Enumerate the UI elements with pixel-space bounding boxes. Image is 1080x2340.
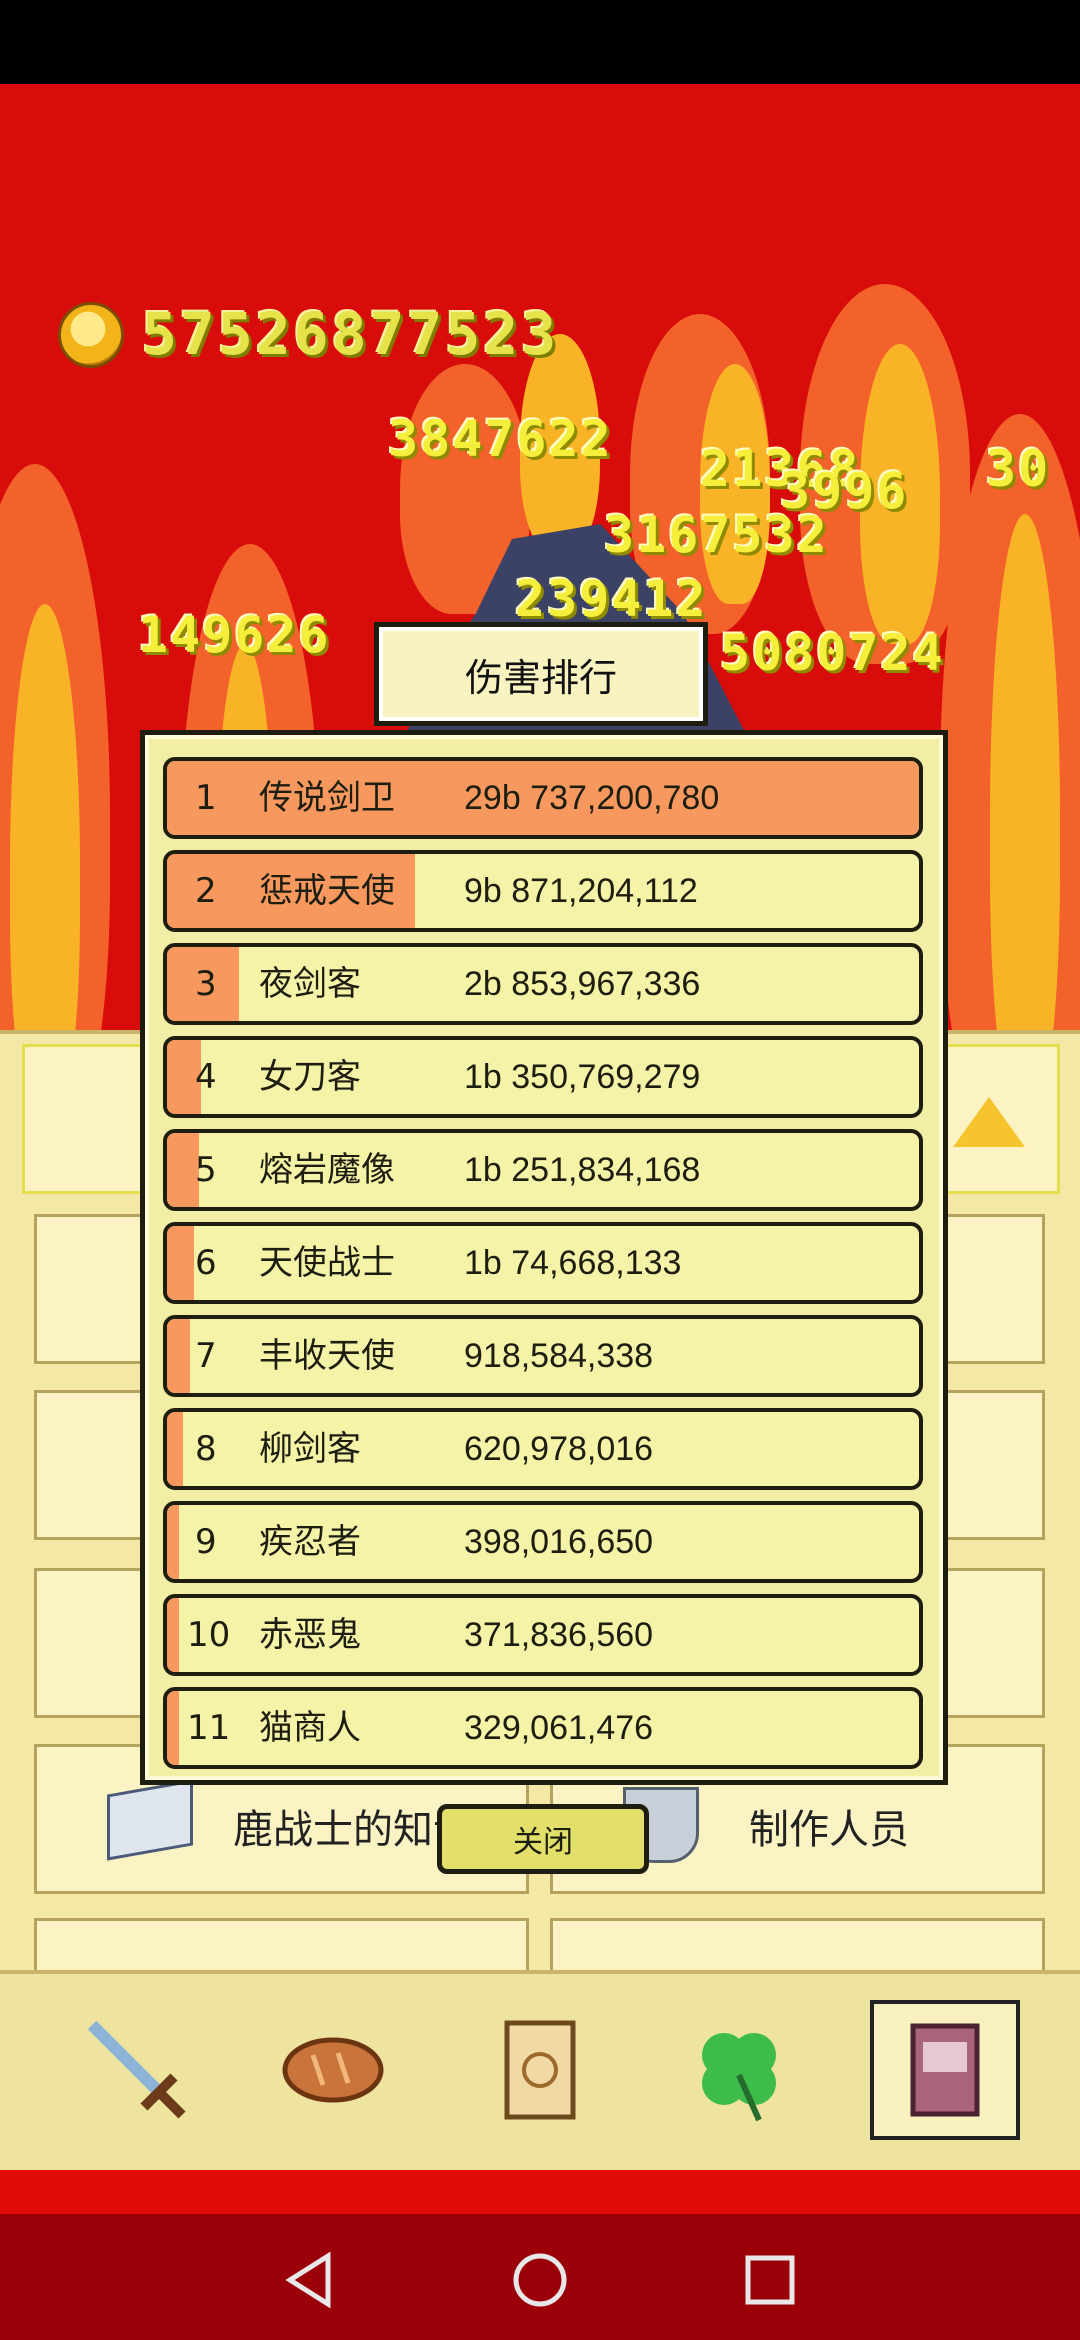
ranking-row: 1 传说剑卫 29b 737,200,780	[163, 757, 923, 839]
sword-icon	[87, 2020, 186, 2119]
hero-name: 天使战士	[259, 1243, 395, 1283]
damage-value: 29b 737,200,780	[464, 779, 720, 817]
hero-name: 女刀客	[259, 1057, 361, 1097]
damage-value: 1b 74,668,133	[464, 1244, 682, 1282]
damage-value: 329,061,476	[464, 1709, 654, 1747]
hero-name: 传说剑卫	[259, 778, 395, 818]
hero-name: 猫商人	[259, 1708, 361, 1748]
damage-value: 1b 251,834,168	[464, 1151, 701, 1189]
rank-number: 2	[195, 871, 217, 911]
hero-name: 柳剑客	[259, 1429, 361, 1469]
ranking-row: 5 熔岩魔像 1b 251,834,168	[163, 1129, 923, 1211]
back-icon[interactable]	[280, 2250, 340, 2310]
coin-count: 57526877523	[142, 300, 560, 368]
damage-value: 2b 853,967,336	[464, 965, 701, 1003]
ranking-row: 3 夜剑客 2b 853,967,336	[163, 943, 923, 1025]
status-bar	[0, 0, 1080, 84]
ranking-row: 4 女刀客 1b 350,769,279	[163, 1036, 923, 1118]
damage-share-bar	[167, 1319, 191, 1393]
ranking-row: 6 天使战士 1b 74,668,133	[163, 1222, 923, 1304]
tab-weapons[interactable]	[62, 2000, 212, 2140]
clover-icon	[702, 2033, 776, 2122]
tab-quests[interactable]	[464, 2000, 614, 2140]
damage-number: 3167532	[604, 506, 829, 564]
book-open-icon	[107, 1779, 193, 1861]
damage-share-bar	[167, 1691, 180, 1765]
rank-number: 5	[195, 1150, 217, 1190]
coin-icon	[58, 302, 124, 368]
ranking-row: 10 赤恶鬼 371,836,560	[163, 1594, 923, 1676]
ranking-row: 8 柳剑客 620,978,016	[163, 1408, 923, 1490]
credits-label: 制作人员	[749, 1807, 909, 1853]
tab-luck[interactable]	[664, 2000, 814, 2140]
rank-number: 10	[187, 1615, 231, 1655]
damage-share-bar	[167, 1598, 180, 1672]
recents-icon[interactable]	[740, 2250, 800, 2310]
damage-value: 620,978,016	[464, 1430, 654, 1468]
damage-share-bar	[167, 1133, 199, 1207]
footer-strip	[0, 2170, 1080, 2214]
ranking-row: 7 丰收天使 918,584,338	[163, 1315, 923, 1397]
damage-number: 239412	[515, 570, 708, 628]
ranking-row: 11 猫商人 329,061,476	[163, 1687, 923, 1769]
damage-value: 918,584,338	[464, 1337, 654, 1375]
scroll-icon	[504, 2020, 576, 2120]
damage-value: 398,016,650	[464, 1523, 654, 1561]
ranking-row: 2 惩戒天使 9b 871,204,112	[163, 850, 923, 932]
tab-book[interactable]	[870, 2000, 1020, 2140]
ranking-row: 9 疾忍者 398,016,650	[163, 1501, 923, 1583]
cheese-icon	[953, 1097, 1025, 1147]
damage-number: 149626	[138, 606, 331, 664]
hero-name: 惩戒天使	[259, 871, 395, 911]
rank-number: 6	[195, 1243, 217, 1283]
hero-name: 夜剑客	[259, 964, 361, 1004]
rank-number: 4	[195, 1057, 217, 1097]
rank-number: 7	[195, 1336, 217, 1376]
bread-icon	[282, 2037, 384, 2103]
rank-number: 11	[187, 1708, 231, 1748]
damage-share-bar	[167, 1412, 183, 1486]
damage-share-bar	[167, 1505, 180, 1579]
damage-number: 3847622	[388, 410, 613, 468]
damage-value: 9b 871,204,112	[464, 872, 698, 910]
damage-number: 30	[986, 440, 1051, 498]
damage-share-bar	[167, 1226, 195, 1300]
book-icon	[910, 2023, 980, 2117]
close-button[interactable]: 关闭	[437, 1804, 649, 1874]
rank-number: 1	[195, 778, 217, 818]
damage-number: 5080724	[720, 624, 945, 682]
tab-food[interactable]	[258, 2000, 408, 2140]
damage-value: 1b 350,769,279	[464, 1058, 701, 1096]
dialog-title: 伤害排行	[374, 622, 708, 726]
hero-name: 丰收天使	[259, 1336, 395, 1376]
damage-value: 371,836,560	[464, 1616, 654, 1654]
rank-number: 3	[195, 964, 217, 1004]
rank-number: 8	[195, 1429, 217, 1469]
home-icon[interactable]	[510, 2250, 570, 2310]
hero-name: 疾忍者	[259, 1522, 361, 1562]
rank-number: 9	[195, 1522, 217, 1562]
hero-name: 赤恶鬼	[259, 1615, 361, 1655]
hero-name: 熔岩魔像	[259, 1150, 395, 1190]
